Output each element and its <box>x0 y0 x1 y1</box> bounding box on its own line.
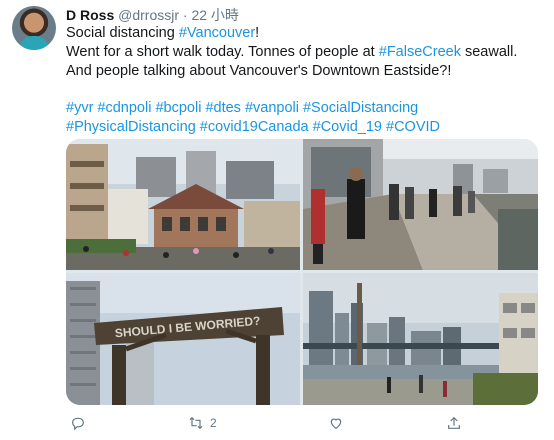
share-button[interactable] <box>446 412 462 434</box>
photo-seawall-walkers[interactable] <box>303 139 538 270</box>
tweet-text: Social distancing #Vancouver! Went for a… <box>66 24 542 137</box>
heart-icon <box>330 418 342 430</box>
hashtags-line2[interactable]: #PhysicalDistancing #covid19Canada #Covi… <box>66 118 542 137</box>
hashtags-line1[interactable]: #yvr #cdnpoli #bcpoli #dtes #vanpoli #So… <box>66 99 542 118</box>
tweet-actions: 2 <box>66 412 538 434</box>
hashtag-falsecreek-link[interactable]: #FalseCreek <box>379 44 461 60</box>
reply-icon <box>72 417 84 431</box>
retweet-icon <box>189 416 203 430</box>
tweet: D Ross @drrossjr · 22 小時 Social distanci… <box>0 0 554 440</box>
photo-gantry-sign[interactable]: SHOULD I BE WORRIED? <box>66 273 300 405</box>
like-button[interactable] <box>328 412 344 434</box>
tweet-header: D Ross @drrossjr · 22 小時 <box>66 6 239 24</box>
separator-dot: · <box>182 7 188 23</box>
photo-market-buildings[interactable] <box>66 139 300 270</box>
text-line1-prefix: Social distancing <box>66 25 179 41</box>
retweet-count: 2 <box>210 416 217 430</box>
reply-button[interactable] <box>70 412 86 434</box>
author-name[interactable]: D Ross <box>66 7 114 23</box>
text-line2-prefix: Went for a short walk today. Tonnes of p… <box>66 44 379 60</box>
text-line2-suffix: seawall. <box>460 44 518 60</box>
text-line3: And people talking about Vancouver's Dow… <box>66 63 452 79</box>
media-grid: SHOULD I BE WORRIED? <box>66 139 538 405</box>
author-handle[interactable]: @drrossjr <box>118 7 179 23</box>
retweet-button[interactable]: 2 <box>188 412 217 434</box>
tweet-time[interactable]: 22 小時 <box>191 7 238 23</box>
share-icon <box>448 416 460 429</box>
text-line1-suffix: ! <box>255 25 260 41</box>
photo-false-creek-skyline[interactable] <box>303 273 538 405</box>
avatar[interactable] <box>12 6 56 50</box>
hashtag-vancouver-link[interactable]: #Vancouver <box>179 25 255 41</box>
